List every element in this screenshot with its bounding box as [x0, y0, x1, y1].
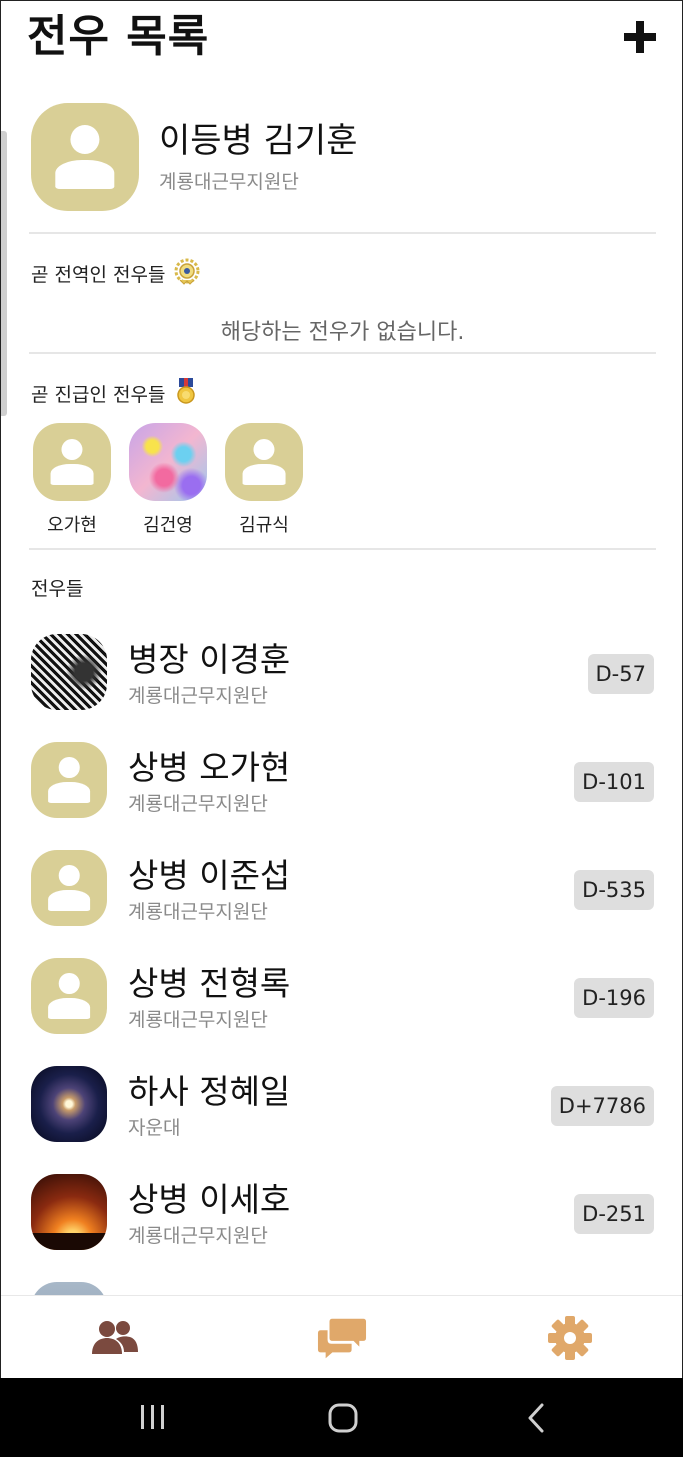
promotion-item[interactable]: 김규식: [225, 423, 303, 537]
comrade-unit: 계룡대근무지원단: [128, 1225, 268, 1247]
scroll-indicator[interactable]: [1, 131, 7, 416]
avatar-photo: [31, 634, 107, 710]
person-icon: [58, 865, 80, 886]
discharge-section-title: 곧 전역인 전우들: [31, 257, 201, 290]
app-screen: 전우 목록 이등병 김기훈 계룡대근무지원단 곧 전역인 전우들 해당하는 전우…: [0, 0, 683, 1378]
avatar: [31, 103, 139, 211]
medal-gold-icon: [173, 257, 201, 290]
promotion-section-label: 곧 진급인 전우들: [31, 384, 166, 406]
medal-ribbon-icon: [173, 377, 199, 410]
promotion-list: 오가현 김건영 김규식: [31, 423, 331, 543]
chat-icon: [317, 1318, 367, 1359]
person-icon: [70, 124, 100, 154]
recent-apps-icon: [141, 1405, 164, 1429]
comrade-unit: 계룡대근무지원단: [128, 1009, 268, 1031]
nav-chat-tab[interactable]: [317, 1316, 367, 1360]
avatar: [31, 742, 107, 818]
gear-icon: [548, 1316, 592, 1360]
promotion-item[interactable]: 오가현: [33, 423, 111, 537]
avatar: [225, 423, 303, 501]
add-comrade-button[interactable]: [624, 21, 656, 53]
divider: [29, 232, 656, 234]
divider: [29, 352, 656, 354]
home-icon: [328, 1403, 358, 1433]
promotion-section-title: 곧 진급인 전우들: [31, 377, 199, 410]
users-icon: [92, 1321, 138, 1354]
dday-badge: D-196: [574, 978, 654, 1018]
divider: [29, 548, 656, 550]
list-item[interactable]: 하사 정혜일 자운대 D+7786: [31, 1063, 656, 1143]
my-profile[interactable]: 이등병 김기훈 계룡대근무지원단: [31, 103, 656, 211]
my-name: 이등병 김기훈: [159, 121, 358, 161]
list-item[interactable]: 병장 이경훈 계룡대근무지원단 D-57: [31, 631, 656, 711]
comrade-name: 하사 정혜일: [128, 1072, 291, 1111]
home-button[interactable]: [327, 1402, 359, 1438]
nav-settings-tab[interactable]: [545, 1316, 595, 1360]
discharge-empty-message: 해당하는 전우가 없습니다.: [220, 320, 465, 345]
comrade-name: 상병 이세호: [128, 1180, 291, 1219]
person-icon: [58, 973, 80, 994]
dday-badge: D+7786: [550, 1086, 654, 1126]
system-nav-bar: [0, 1378, 683, 1457]
avatar: [31, 850, 107, 926]
person-icon: [253, 438, 275, 460]
comrade-unit: 계룡대근무지원단: [128, 901, 268, 923]
dday-badge: D-57: [587, 654, 654, 694]
comrade-unit: 자운대: [128, 1117, 181, 1139]
comrade-name: 상병 이준섭: [128, 856, 291, 895]
comrade-unit: 계룡대근무지원단: [128, 793, 268, 815]
promotion-name: 김건영: [143, 515, 193, 536]
nav-friends-tab[interactable]: [90, 1316, 140, 1360]
discharge-section-label: 곧 전역인 전우들: [31, 264, 166, 286]
avatar-photo: [129, 423, 207, 501]
recent-apps-button[interactable]: [138, 1402, 168, 1436]
dday-badge: D-251: [574, 1194, 654, 1234]
person-icon: [61, 438, 83, 460]
list-item[interactable]: 상병 이세호 계룡대근무지원단 D-251: [31, 1171, 656, 1251]
my-unit: 계룡대근무지원단: [159, 171, 299, 193]
comrades-section-label: 전우들: [31, 578, 84, 600]
dday-badge: D-535: [574, 870, 654, 910]
list-item[interactable]: 상병 오가현 계룡대근무지원단 D-101: [31, 739, 656, 819]
comrades-section-title: 전우들: [31, 574, 83, 601]
comrade-name: 상병 전형록: [128, 964, 291, 1003]
promotion-name: 오가현: [47, 515, 97, 536]
avatar: [31, 958, 107, 1034]
avatar-photo: [31, 1174, 107, 1250]
page-title: 전우 목록: [27, 11, 210, 62]
comrade-name: 상병 오가현: [128, 748, 291, 787]
header: 전우 목록: [27, 7, 682, 67]
list-item[interactable]: 상병 전형록 계룡대근무지원단 D-196: [31, 955, 656, 1035]
person-icon: [58, 757, 80, 778]
comrade-unit: 계룡대근무지원단: [128, 685, 268, 707]
avatar: [33, 423, 111, 501]
comrade-name: 병장 이경훈: [128, 640, 291, 679]
promotion-name: 김규식: [239, 515, 289, 536]
list-item[interactable]: 상병 이준섭 계룡대근무지원단 D-535: [31, 847, 656, 927]
back-icon: [528, 1403, 544, 1433]
bottom-nav: [1, 1295, 682, 1378]
dday-badge: D-101: [574, 762, 654, 802]
promotion-item[interactable]: 김건영: [129, 423, 207, 537]
avatar-photo: [31, 1066, 107, 1142]
back-button[interactable]: [524, 1402, 548, 1438]
